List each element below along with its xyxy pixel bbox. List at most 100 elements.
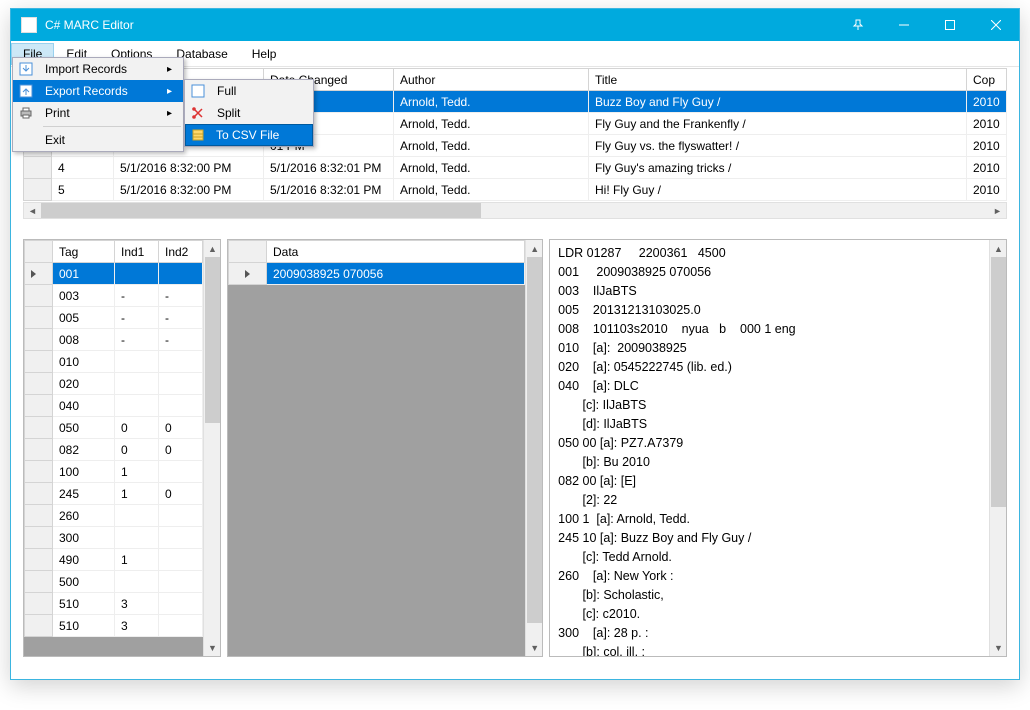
- scroll-thumb[interactable]: [41, 203, 481, 218]
- cell-ind1[interactable]: 1: [115, 461, 159, 483]
- cell-title[interactable]: Buzz Boy and Fly Guy /: [589, 91, 967, 113]
- tag-row[interactable]: 300: [25, 527, 203, 549]
- menu-help[interactable]: Help: [240, 43, 289, 65]
- submenu-split[interactable]: Split: [185, 102, 313, 124]
- col-cop[interactable]: Cop: [967, 69, 1007, 91]
- cell-cop[interactable]: 2010: [967, 157, 1007, 179]
- cell-cop[interactable]: 2010: [967, 179, 1007, 201]
- cell-tag[interactable]: 005: [53, 307, 115, 329]
- scroll-thumb[interactable]: [205, 257, 220, 423]
- cell-author[interactable]: Arnold, Tedd.: [394, 157, 589, 179]
- tag-row[interactable]: 260: [25, 505, 203, 527]
- cell-ind1[interactable]: 3: [115, 615, 159, 637]
- tag-row[interactable]: 100 1: [25, 461, 203, 483]
- cell-ind1[interactable]: -: [115, 285, 159, 307]
- cell-ind2[interactable]: [159, 461, 203, 483]
- cell-tag[interactable]: 300: [53, 527, 115, 549]
- cell-ind2[interactable]: -: [159, 307, 203, 329]
- tag-row[interactable]: 082 0 0: [25, 439, 203, 461]
- cell-ind2[interactable]: 0: [159, 417, 203, 439]
- menu-exit[interactable]: Exit: [13, 129, 183, 151]
- cell-num[interactable]: 5: [52, 179, 114, 201]
- cell-author[interactable]: Arnold, Tedd.: [394, 135, 589, 157]
- tag-row[interactable]: 510 3: [25, 615, 203, 637]
- cell-ind1[interactable]: [115, 373, 159, 395]
- cell-ind1[interactable]: [115, 571, 159, 593]
- cell-ind1[interactable]: 1: [115, 483, 159, 505]
- cell-tag[interactable]: 500: [53, 571, 115, 593]
- tag-row[interactable]: 500: [25, 571, 203, 593]
- cell-ind1[interactable]: [115, 505, 159, 527]
- cell-ind1[interactable]: 0: [115, 417, 159, 439]
- menu-export-records[interactable]: Export Records ▸: [13, 80, 183, 102]
- cell-ind1[interactable]: 1: [115, 549, 159, 571]
- cell-ind1[interactable]: [115, 351, 159, 373]
- tag-row[interactable]: 001: [25, 263, 203, 285]
- data-vscroll[interactable]: ▲ ▼: [525, 240, 542, 656]
- cell-ind2[interactable]: 0: [159, 483, 203, 505]
- tag-row[interactable]: 490 1: [25, 549, 203, 571]
- cell-title[interactable]: Fly Guy vs. the flyswatter! /: [589, 135, 967, 157]
- cell-title[interactable]: Fly Guy and the Frankenfly /: [589, 113, 967, 135]
- scroll-down-icon[interactable]: ▼: [990, 639, 1007, 656]
- cell-ind2[interactable]: 0: [159, 439, 203, 461]
- col-title[interactable]: Title: [589, 69, 967, 91]
- cell-ind2[interactable]: [159, 615, 203, 637]
- cell-ind2[interactable]: [159, 549, 203, 571]
- tag-row[interactable]: 005 - -: [25, 307, 203, 329]
- minimize-button[interactable]: [881, 9, 927, 41]
- tag-row[interactable]: 020: [25, 373, 203, 395]
- cell-ind1[interactable]: [115, 527, 159, 549]
- tags-vscroll[interactable]: ▲ ▼: [203, 240, 220, 656]
- cell-cop[interactable]: 2010: [967, 113, 1007, 135]
- data-grid[interactable]: Data 2009038925 070056: [228, 240, 525, 285]
- cell-ind2[interactable]: [159, 263, 203, 285]
- cell-ind1[interactable]: 0: [115, 439, 159, 461]
- cell-datechanged[interactable]: 5/1/2016 8:32:01 PM: [264, 157, 394, 179]
- tags-grid[interactable]: Tag Ind1 Ind2 001 003 - - 005 - - 008 - …: [24, 240, 203, 637]
- scroll-left-icon[interactable]: ◄: [24, 203, 41, 218]
- scroll-up-icon[interactable]: ▲: [990, 240, 1007, 257]
- tag-row[interactable]: 010: [25, 351, 203, 373]
- cell-tag[interactable]: 082: [53, 439, 115, 461]
- cell-tag[interactable]: 510: [53, 593, 115, 615]
- cell-tag[interactable]: 003: [53, 285, 115, 307]
- cell-author[interactable]: Arnold, Tedd.: [394, 91, 589, 113]
- cell-ind1[interactable]: [115, 395, 159, 417]
- cell-title[interactable]: Fly Guy's amazing tricks /: [589, 157, 967, 179]
- maximize-button[interactable]: [927, 9, 973, 41]
- tag-row[interactable]: 008 - -: [25, 329, 203, 351]
- cell-dateadded[interactable]: 5/1/2016 8:32:00 PM: [114, 179, 264, 201]
- col-ind1[interactable]: Ind1: [115, 241, 159, 263]
- col-data[interactable]: Data: [267, 241, 525, 263]
- scroll-down-icon[interactable]: ▼: [204, 639, 220, 656]
- cell-ind2[interactable]: [159, 505, 203, 527]
- close-button[interactable]: [973, 9, 1019, 41]
- cell-tag[interactable]: 001: [53, 263, 115, 285]
- cell-tag[interactable]: 050: [53, 417, 115, 439]
- cell-ind1[interactable]: -: [115, 329, 159, 351]
- cell-ind2[interactable]: [159, 527, 203, 549]
- tag-row[interactable]: 040: [25, 395, 203, 417]
- record-row[interactable]: 4 5/1/2016 8:32:00 PM 5/1/2016 8:32:01 P…: [24, 157, 1007, 179]
- cell-ind2[interactable]: [159, 351, 203, 373]
- record-row[interactable]: 5 5/1/2016 8:32:00 PM 5/1/2016 8:32:01 P…: [24, 179, 1007, 201]
- cell-ind1[interactable]: [115, 263, 159, 285]
- cell-tag[interactable]: 040: [53, 395, 115, 417]
- menu-import-records[interactable]: Import Records ▸: [13, 58, 183, 80]
- cell-ind1[interactable]: -: [115, 307, 159, 329]
- data-cell[interactable]: 2009038925 070056: [267, 263, 525, 285]
- scroll-up-icon[interactable]: ▲: [526, 240, 542, 257]
- col-author[interactable]: Author: [394, 69, 589, 91]
- cell-cop[interactable]: 2010: [967, 91, 1007, 113]
- cell-tag[interactable]: 008: [53, 329, 115, 351]
- cell-author[interactable]: Arnold, Tedd.: [394, 113, 589, 135]
- cell-ind2[interactable]: [159, 373, 203, 395]
- cell-dateadded[interactable]: 5/1/2016 8:32:00 PM: [114, 157, 264, 179]
- cell-ind2[interactable]: [159, 593, 203, 615]
- tag-row[interactable]: 003 - -: [25, 285, 203, 307]
- cell-datechanged[interactable]: 5/1/2016 8:32:01 PM: [264, 179, 394, 201]
- scroll-up-icon[interactable]: ▲: [204, 240, 220, 257]
- cell-author[interactable]: Arnold, Tedd.: [394, 179, 589, 201]
- cell-tag[interactable]: 245: [53, 483, 115, 505]
